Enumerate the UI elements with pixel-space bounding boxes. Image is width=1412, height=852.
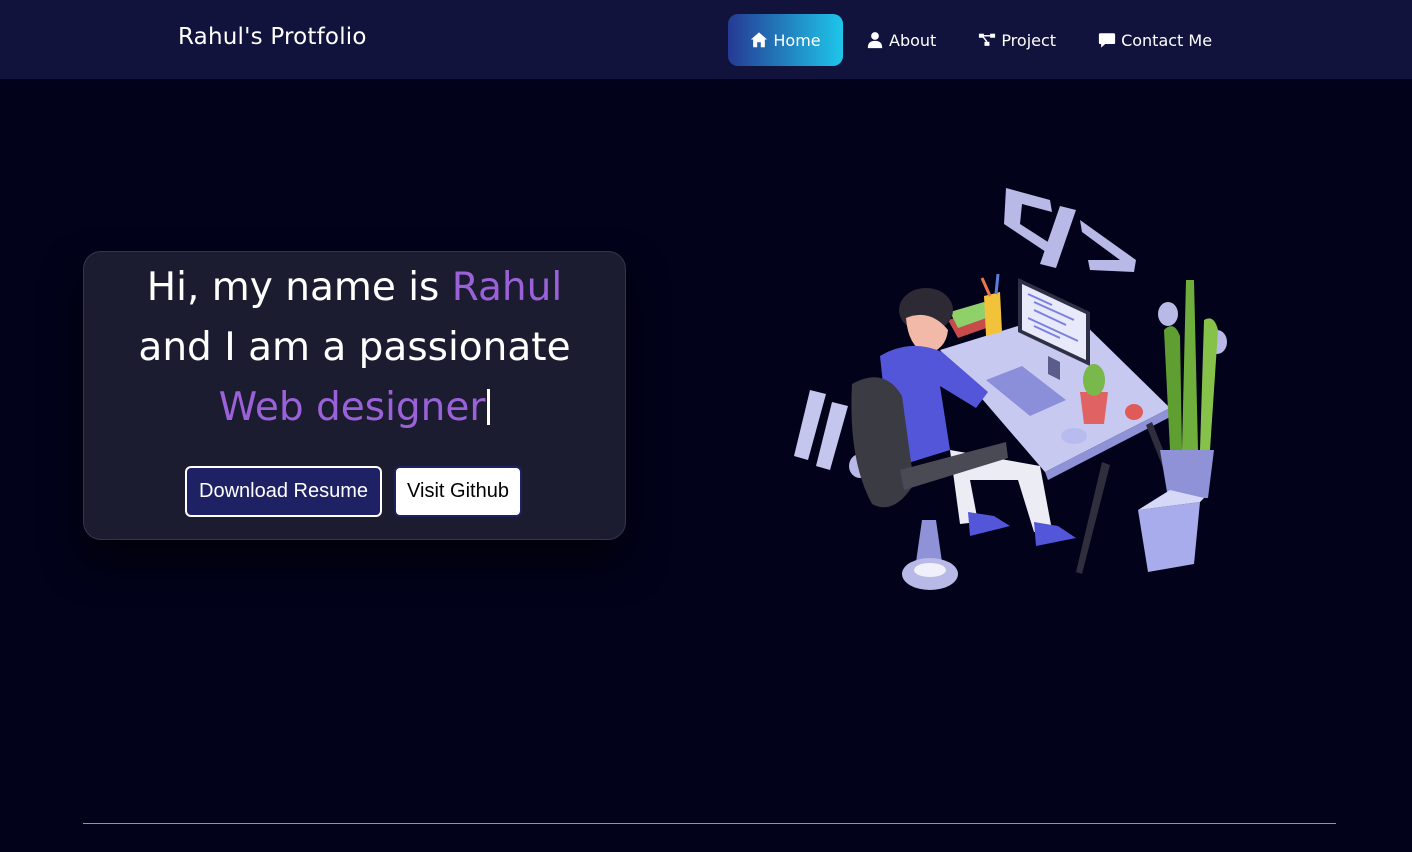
role-highlight: Web designer [218,385,486,430]
developer-illustration [790,180,1235,600]
hero-headline: Hi, my name is Rahul and I am a passiona… [84,258,625,438]
user-icon [866,31,884,49]
nav-menu: Home About Project Contact Me [728,14,1233,66]
name-highlight: Rahul [451,265,563,310]
nav-item-label: Project [1001,30,1057,50]
section-divider [83,823,1336,824]
typing-cursor [487,389,491,425]
download-resume-button[interactable]: Download Resume [185,466,382,517]
nav-item-project[interactable]: Project [957,14,1077,66]
greeting-text: Hi, my name is [146,265,452,310]
project-icon [978,31,996,49]
nav-item-contact[interactable]: Contact Me [1077,14,1233,66]
navbar: Rahul's Protfolio Home About Project Con… [0,0,1412,79]
developer-at-desk-image [794,188,1227,590]
brand-title[interactable]: Rahul's Protfolio [178,24,367,50]
headline-line-1: Hi, my name is Rahul [84,258,625,318]
headline-line-2: and I am a passionate [138,325,571,370]
nav-item-label: About [889,30,937,50]
nav-item-label: Home [773,30,821,50]
headline-line-3: Web designer [84,378,625,438]
nav-item-about[interactable]: About [845,14,957,66]
nav-item-home[interactable]: Home [728,14,843,66]
visit-github-button[interactable]: Visit Github [394,466,522,517]
nav-item-label: Contact Me [1121,30,1213,50]
home-icon [750,31,768,49]
chat-icon [1098,31,1116,49]
hero-card: Hi, my name is Rahul and I am a passiona… [83,251,626,540]
hero-buttons: Download Resume Visit Github [185,466,522,517]
